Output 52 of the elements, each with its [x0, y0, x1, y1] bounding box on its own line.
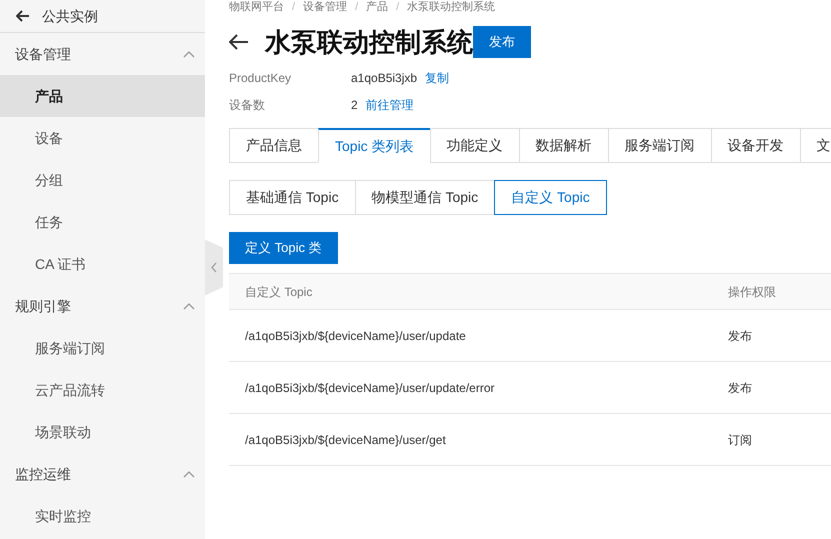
chevron-up-icon	[183, 470, 195, 478]
breadcrumb-separator: /	[292, 0, 296, 15]
breadcrumb-separator: /	[355, 0, 358, 15]
sidebar-item[interactable]: 产品	[0, 75, 205, 117]
sidebar-item[interactable]: 实时监控	[0, 495, 205, 537]
sub-tab[interactable]: 自定义 Topic	[494, 180, 607, 215]
tab[interactable]: 产品信息	[229, 128, 319, 163]
table-cell-text: 订阅	[728, 432, 752, 448]
back-arrow-icon[interactable]	[16, 10, 30, 22]
sidebar-item[interactable]: 场景联动	[0, 411, 205, 453]
sidebar-group-header[interactable]: 设备管理	[0, 33, 205, 75]
breadcrumb-link[interactable]: 设备管理	[303, 0, 348, 16]
info-label: 设备数	[229, 96, 266, 114]
sidebar-item[interactable]: 云产品流转	[0, 369, 205, 411]
sidebar-item[interactable]: 任务	[0, 201, 205, 243]
tab[interactable]: 数据解析	[518, 128, 609, 163]
back-arrow-icon[interactable]	[229, 34, 249, 50]
tab[interactable]: 文	[800, 128, 831, 163]
tab[interactable]: Topic 类列表	[318, 128, 431, 163]
table-cell-text: /a1qoB5i3jxb/${deviceName}/user/update/error	[244, 380, 496, 396]
sidebar-item[interactable]: 服务端订阅	[0, 327, 205, 369]
page-title: 水泵联动控制系统	[265, 26, 473, 58]
info-value: 2	[351, 96, 358, 114]
info-value: a1qoB5i3jxb	[351, 70, 418, 86]
back-link[interactable]: 公共实例	[42, 6, 98, 26]
table-cell-text: 发布	[728, 328, 752, 344]
chevron-up-icon	[183, 50, 195, 58]
breadcrumb-link[interactable]: 物联网平台	[229, 0, 284, 16]
column-header: 自定义 Topic	[244, 284, 314, 300]
info-link[interactable]: 前往管理	[366, 96, 414, 114]
table-cell-text: /a1qoB5i3jxb/${deviceName}/user/get	[244, 432, 447, 448]
breadcrumb-separator: /	[396, 0, 400, 15]
table-cell-text: /a1qoB5i3jxb/${deviceName}/user/update	[244, 328, 467, 344]
column-header: 操作权限	[728, 284, 776, 300]
sidebar-item[interactable]: 分组	[0, 159, 205, 201]
sidebar-group-header[interactable]: 规则引擎	[0, 285, 205, 327]
sidebar-item[interactable]: CA 证书	[0, 243, 205, 285]
sub-tab[interactable]: 物模型通信 Topic	[354, 180, 496, 215]
sub-tab[interactable]: 基础通信 Topic	[229, 180, 356, 215]
sidebar-group-header[interactable]: 监控运维	[0, 453, 205, 495]
define-topic-button[interactable]: 定义 Topic 类	[229, 232, 338, 264]
sidebar-item[interactable]: 设备	[0, 117, 205, 159]
breadcrumb-link[interactable]: 产品	[366, 0, 388, 16]
status-badge: 发布	[473, 26, 531, 58]
info-label: ProductKey	[229, 70, 292, 86]
chevron-left-icon	[211, 262, 217, 273]
tab[interactable]: 设备开发	[710, 128, 801, 163]
info-link[interactable]: 复制	[425, 68, 450, 86]
chevron-up-icon	[183, 302, 195, 310]
tab[interactable]: 功能定义	[430, 128, 520, 163]
table-cell-text: 发布	[728, 380, 752, 396]
tab[interactable]: 服务端订阅	[608, 128, 712, 163]
